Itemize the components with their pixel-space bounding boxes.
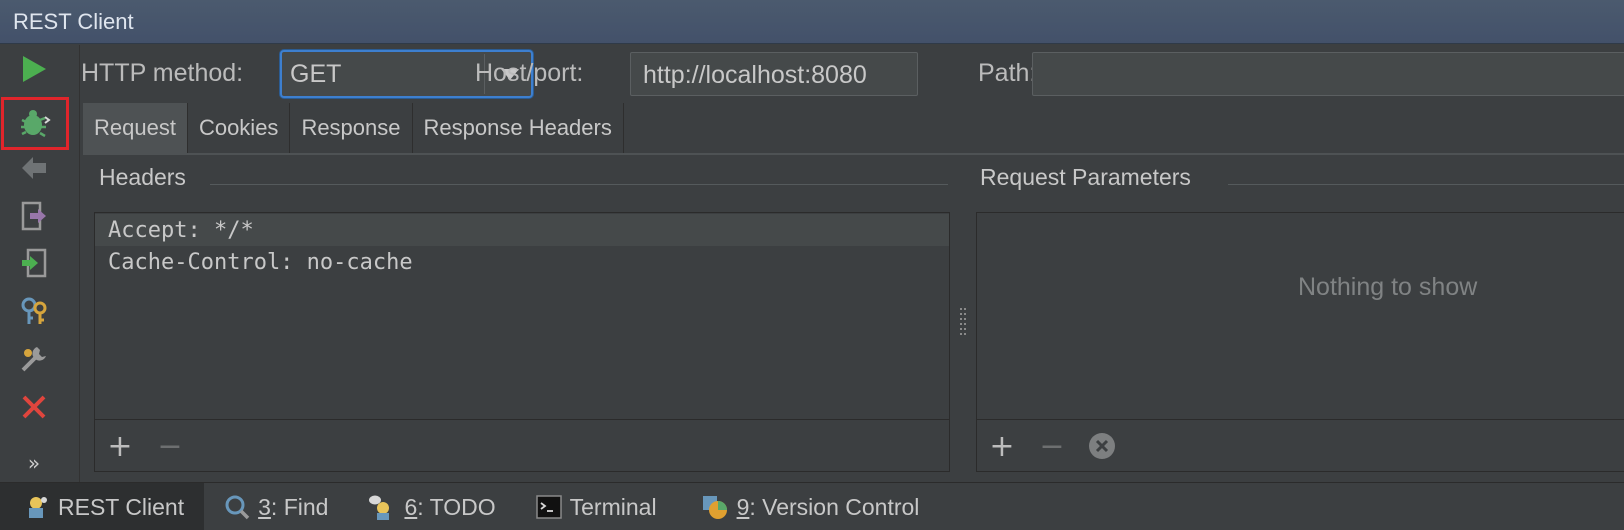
list-item[interactable]: Cache-Control: no-cache: [95, 246, 949, 278]
params-title: Request Parameters: [980, 164, 1191, 190]
path-input[interactable]: [1032, 52, 1624, 96]
tab-request[interactable]: Request: [83, 103, 188, 153]
params-list-footer: + −: [977, 419, 1624, 471]
toolwindow-mnemonic: 6: [404, 493, 418, 520]
headers-title: Headers: [99, 164, 186, 190]
version-control-icon: [702, 496, 727, 519]
host-input[interactable]: http://localhost:8080: [630, 52, 918, 96]
tab-underline: [83, 153, 1624, 155]
import-button[interactable]: [8, 241, 60, 285]
panel-splitter[interactable]: [960, 308, 966, 338]
toolwindow-label: : Find: [270, 493, 329, 520]
rest-client-icon: [29, 497, 47, 518]
method-value: GET: [290, 60, 342, 88]
toolwindow-label: REST Client: [58, 493, 185, 520]
remove-param-button[interactable]: −: [1036, 429, 1068, 464]
terminal-icon: [535, 495, 562, 519]
toolwindow-label: : Version Control: [749, 493, 920, 520]
search-icon: [225, 495, 250, 520]
add-header-button[interactable]: +: [104, 429, 136, 464]
debug-bug-icon: [21, 109, 51, 137]
toolwindow-find[interactable]: 3: Find: [204, 483, 356, 530]
back-button[interactable]: [8, 146, 60, 190]
clear-circle-icon: [1089, 433, 1115, 459]
toolwindow-label: : TODO: [417, 493, 496, 520]
tool-window-bar: REST Client 3: Find 6: TODO Terminal 9:…: [0, 482, 1624, 530]
toolwindow-mnemonic: 3: [258, 493, 271, 520]
close-button[interactable]: [8, 385, 60, 429]
params-title-separator: [1228, 184, 1624, 185]
close-icon: [22, 395, 46, 419]
headers-list[interactable]: Accept: */* Cache-Control: no-cache + −: [94, 212, 950, 472]
method-label: HTTP method:: [81, 59, 244, 87]
run-button[interactable]: [8, 47, 60, 91]
headers-title-separator: [210, 184, 948, 185]
empty-state-text: Nothing to show: [1298, 273, 1478, 301]
tab-cookies[interactable]: Cookies: [187, 103, 291, 153]
list-item[interactable]: Accept: */*: [95, 214, 949, 246]
host-label: Host/port:: [475, 59, 584, 87]
tab-response[interactable]: Response: [290, 103, 413, 153]
export-button[interactable]: [8, 194, 60, 238]
toolwindow-version-control[interactable]: 9: Version Control: [689, 483, 932, 530]
import-icon: [22, 248, 47, 278]
toolwindow-terminal[interactable]: Terminal: [524, 483, 689, 530]
path-label: Path:: [978, 59, 1037, 87]
run-icon: [23, 56, 46, 82]
back-arrow-icon: [22, 157, 46, 179]
more-tools-button[interactable]: »: [14, 448, 54, 478]
add-param-button[interactable]: +: [986, 429, 1018, 464]
export-icon: [21, 201, 46, 231]
toolwindow-label: Terminal: [569, 493, 657, 520]
host-value: http://localhost:8080: [643, 61, 867, 89]
settings-wrench-icon: [21, 347, 46, 372]
toolwindow-rest-client[interactable]: REST Client: [0, 483, 205, 530]
headers-list-footer: + −: [95, 419, 949, 471]
todo-person-icon: [369, 495, 390, 520]
rest-client-window: REST Client » HTTP method: GET Host/port…: [0, 0, 1624, 530]
clear-params-button[interactable]: [1086, 430, 1118, 462]
toolwindow-mnemonic: 9: [736, 493, 750, 520]
params-list[interactable]: Nothing to show + −: [976, 212, 1624, 472]
title-bar: REST Client: [0, 0, 1624, 44]
request-bar: HTTP method: GET Host/port: http://local…: [80, 45, 1624, 101]
left-toolbar: »: [0, 45, 80, 482]
keys-icon: [21, 297, 47, 324]
keys-button[interactable]: [8, 289, 60, 333]
settings-button[interactable]: [8, 337, 60, 381]
window-title: REST Client: [13, 8, 134, 34]
remove-header-button[interactable]: −: [154, 429, 186, 464]
tab-strip: Request Cookies Response Response Header…: [83, 103, 624, 153]
toolwindow-todo[interactable]: 6: TODO: [356, 483, 523, 530]
debug-button[interactable]: [1, 97, 69, 150]
tab-response-headers[interactable]: Response Headers: [412, 103, 624, 153]
